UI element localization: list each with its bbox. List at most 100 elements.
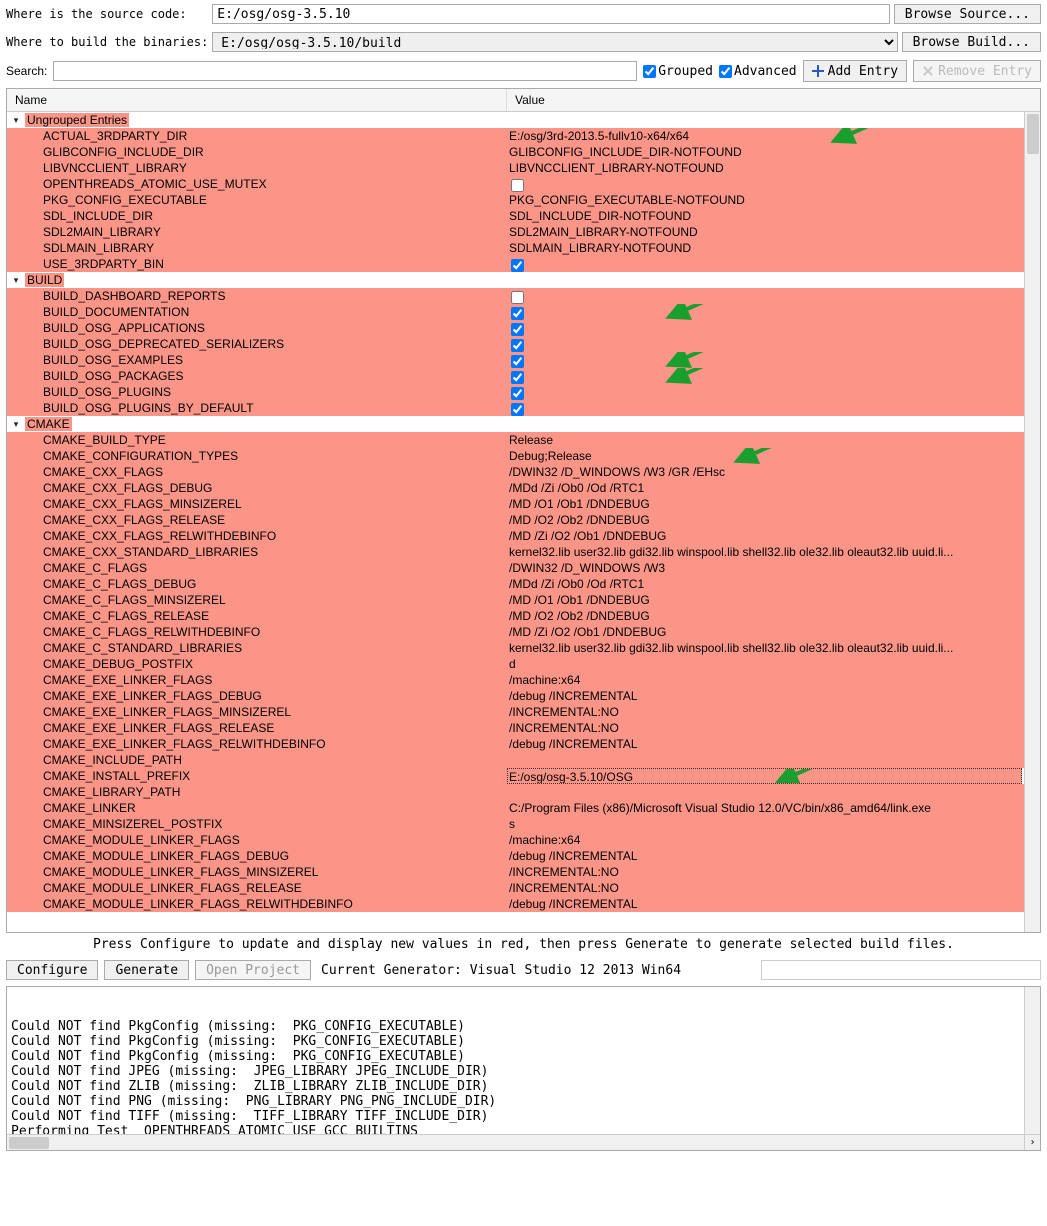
configure-button[interactable]: Configure <box>6 960 98 980</box>
hscrollbar-thumb[interactable] <box>9 1137 49 1149</box>
entry-row[interactable]: GLIBCONFIG_INCLUDE_DIRGLIBCONFIG_INCLUDE… <box>7 144 1024 160</box>
entry-value[interactable]: PKG_CONFIG_EXECUTABLE-NOTFOUND <box>507 192 1024 208</box>
entry-value[interactable]: /MD /Zi /O2 /Ob1 /DNDEBUG <box>507 528 1024 544</box>
group-row[interactable]: ▾CMAKE <box>7 416 1024 432</box>
entry-value[interactable]: /MD /O1 /Ob1 /DNDEBUG <box>507 496 1024 512</box>
entry-value[interactable]: /machine:x64 <box>507 832 1024 848</box>
build-path-combo[interactable]: E:/osg/osg-3.5.10/build <box>212 32 897 52</box>
entry-value[interactable] <box>507 368 1024 384</box>
grid-vertical-scrollbar[interactable] <box>1024 112 1040 932</box>
entry-value[interactable] <box>507 400 1024 416</box>
entry-row[interactable]: CMAKE_MINSIZEREL_POSTFIXs <box>7 816 1024 832</box>
entry-value[interactable] <box>507 320 1024 336</box>
log-horizontal-scrollbar[interactable] <box>7 1134 1024 1150</box>
entry-row[interactable]: CMAKE_C_FLAGS/DWIN32 /D_WINDOWS /W3 <box>7 560 1024 576</box>
entry-value[interactable]: SDL2MAIN_LIBRARY-NOTFOUND <box>507 224 1024 240</box>
entry-row[interactable]: CMAKE_C_FLAGS_RELEASE/MD /O2 /Ob2 /DNDEB… <box>7 608 1024 624</box>
entry-value[interactable]: d <box>507 656 1024 672</box>
entry-value[interactable]: E:/osg/3rd-2013.5-fullv10-x64/x64 <box>507 128 1024 144</box>
entry-value[interactable]: /debug /INCREMENTAL <box>507 848 1024 864</box>
entry-value[interactable]: kernel32.lib user32.lib gdi32.lib winspo… <box>507 640 1024 656</box>
entry-row[interactable]: CMAKE_CONFIGURATION_TYPESDebug;Release <box>7 448 1024 464</box>
log-vertical-scrollbar[interactable] <box>1024 987 1040 1134</box>
entry-row[interactable]: CMAKE_CXX_FLAGS_MINSIZEREL/MD /O1 /Ob1 /… <box>7 496 1024 512</box>
search-input[interactable] <box>53 61 637 81</box>
entry-row[interactable]: CMAKE_CXX_STANDARD_LIBRARIESkernel32.lib… <box>7 544 1024 560</box>
entry-value[interactable]: SDL_INCLUDE_DIR-NOTFOUND <box>507 208 1024 224</box>
group-row[interactable]: ▾BUILD <box>7 272 1024 288</box>
entry-row[interactable]: CMAKE_MODULE_LINKER_FLAGS_RELWITHDEBINFO… <box>7 896 1024 912</box>
collapse-toggle-icon[interactable]: ▾ <box>7 115 25 126</box>
entry-value[interactable]: Release <box>507 432 1024 448</box>
entry-value[interactable]: s <box>507 816 1024 832</box>
entry-row[interactable]: PKG_CONFIG_EXECUTABLEPKG_CONFIG_EXECUTAB… <box>7 192 1024 208</box>
entry-row[interactable]: CMAKE_CXX_FLAGS/DWIN32 /D_WINDOWS /W3 /G… <box>7 464 1024 480</box>
entry-row[interactable]: CMAKE_BUILD_TYPERelease <box>7 432 1024 448</box>
entry-row[interactable]: CMAKE_CXX_FLAGS_RELWITHDEBINFO/MD /Zi /O… <box>7 528 1024 544</box>
entry-row[interactable]: CMAKE_DEBUG_POSTFIXd <box>7 656 1024 672</box>
entry-row[interactable]: OPENTHREADS_ATOMIC_USE_MUTEX <box>7 176 1024 192</box>
entry-value[interactable] <box>507 752 1024 768</box>
entry-value[interactable]: C:/Program Files (x86)/Microsoft Visual … <box>507 800 1024 816</box>
entry-row[interactable]: CMAKE_CXX_FLAGS_RELEASE/MD /O2 /Ob2 /DND… <box>7 512 1024 528</box>
value-checkbox[interactable] <box>511 259 524 272</box>
scrollbar-thumb[interactable] <box>1027 114 1039 154</box>
entry-value[interactable] <box>507 288 1024 304</box>
entry-value[interactable]: /INCREMENTAL:NO <box>507 704 1024 720</box>
value-checkbox[interactable] <box>511 387 524 400</box>
entry-value[interactable]: /debug /INCREMENTAL <box>507 688 1024 704</box>
entry-row[interactable]: SDLMAIN_LIBRARYSDLMAIN_LIBRARY-NOTFOUND <box>7 240 1024 256</box>
column-name[interactable]: Name <box>7 89 507 111</box>
entry-value[interactable] <box>507 304 1024 320</box>
entry-row[interactable]: CMAKE_C_FLAGS_MINSIZEREL/MD /O1 /Ob1 /DN… <box>7 592 1024 608</box>
value-checkbox[interactable] <box>511 355 524 368</box>
entry-row[interactable]: SDL2MAIN_LIBRARYSDL2MAIN_LIBRARY-NOTFOUN… <box>7 224 1024 240</box>
group-row[interactable]: ▾Ungrouped Entries <box>7 112 1024 128</box>
entry-row[interactable]: CMAKE_EXE_LINKER_FLAGS_RELEASE/INCREMENT… <box>7 720 1024 736</box>
entry-value[interactable]: GLIBCONFIG_INCLUDE_DIR-NOTFOUND <box>507 144 1024 160</box>
add-entry-button[interactable]: Add Entry <box>803 60 907 82</box>
entry-row[interactable]: BUILD_DOCUMENTATION <box>7 304 1024 320</box>
empty-field[interactable] <box>761 960 1041 980</box>
entry-row[interactable]: CMAKE_INCLUDE_PATH <box>7 752 1024 768</box>
entry-value[interactable] <box>507 784 1024 800</box>
entry-value[interactable] <box>507 336 1024 352</box>
entry-value[interactable]: /debug /INCREMENTAL <box>507 736 1024 752</box>
entry-row[interactable]: BUILD_OSG_PLUGINS_BY_DEFAULT <box>7 400 1024 416</box>
entry-value[interactable]: /MD /Zi /O2 /Ob1 /DNDEBUG <box>507 624 1024 640</box>
entry-value[interactable] <box>507 384 1024 400</box>
browse-source-button[interactable]: Browse Source... <box>894 4 1041 24</box>
output-log[interactable]: Could NOT find PkgConfig (missing: PKG_C… <box>6 986 1041 1151</box>
entry-row[interactable]: BUILD_OSG_PLUGINS <box>7 384 1024 400</box>
entry-row[interactable]: CMAKE_LIBRARY_PATH <box>7 784 1024 800</box>
entry-row[interactable]: ACTUAL_3RDPARTY_DIRE:/osg/3rd-2013.5-ful… <box>7 128 1024 144</box>
collapse-toggle-icon[interactable]: ▾ <box>7 275 25 286</box>
entry-value[interactable]: /machine:x64 <box>507 672 1024 688</box>
entry-row[interactable]: CMAKE_C_STANDARD_LIBRARIESkernel32.lib u… <box>7 640 1024 656</box>
entry-row[interactable]: BUILD_OSG_PACKAGES <box>7 368 1024 384</box>
value-checkbox[interactable] <box>511 371 524 384</box>
entry-row[interactable]: BUILD_DASHBOARD_REPORTS <box>7 288 1024 304</box>
entry-row[interactable]: CMAKE_C_FLAGS_RELWITHDEBINFO/MD /Zi /O2 … <box>7 624 1024 640</box>
entry-value[interactable] <box>507 352 1024 368</box>
cache-grid[interactable]: Name Value ▾Ungrouped EntriesACTUAL_3RDP… <box>6 88 1041 933</box>
entry-value[interactable]: /MDd /Zi /Ob0 /Od /RTC1 <box>507 576 1024 592</box>
browse-build-button[interactable]: Browse Build... <box>902 32 1041 52</box>
entry-row[interactable]: USE_3RDPARTY_BIN <box>7 256 1024 272</box>
entry-value[interactable]: /MD /O2 /Ob2 /DNDEBUG <box>507 608 1024 624</box>
grouped-checkbox-wrapper[interactable]: Grouped <box>643 64 713 79</box>
entry-row[interactable]: CMAKE_MODULE_LINKER_FLAGS/machine:x64 <box>7 832 1024 848</box>
entry-row[interactable]: BUILD_OSG_EXAMPLES <box>7 352 1024 368</box>
entry-value[interactable]: /INCREMENTAL:NO <box>507 880 1024 896</box>
source-path-input[interactable] <box>212 4 889 24</box>
entry-row[interactable]: LIBVNCCLIENT_LIBRARYLIBVNCCLIENT_LIBRARY… <box>7 160 1024 176</box>
entry-value[interactable]: kernel32.lib user32.lib gdi32.lib winspo… <box>507 544 1024 560</box>
entry-value[interactable]: /DWIN32 /D_WINDOWS /W3 /GR /EHsc <box>507 464 1024 480</box>
entry-row[interactable]: BUILD_OSG_APPLICATIONS <box>7 320 1024 336</box>
entry-value[interactable]: LIBVNCCLIENT_LIBRARY-NOTFOUND <box>507 160 1024 176</box>
entry-row[interactable]: CMAKE_EXE_LINKER_FLAGS/machine:x64 <box>7 672 1024 688</box>
entry-row[interactable]: CMAKE_EXE_LINKER_FLAGS_DEBUG/debug /INCR… <box>7 688 1024 704</box>
entry-value[interactable]: /INCREMENTAL:NO <box>507 864 1024 880</box>
entry-row[interactable]: CMAKE_EXE_LINKER_FLAGS_MINSIZEREL/INCREM… <box>7 704 1024 720</box>
generate-button[interactable]: Generate <box>104 960 189 980</box>
